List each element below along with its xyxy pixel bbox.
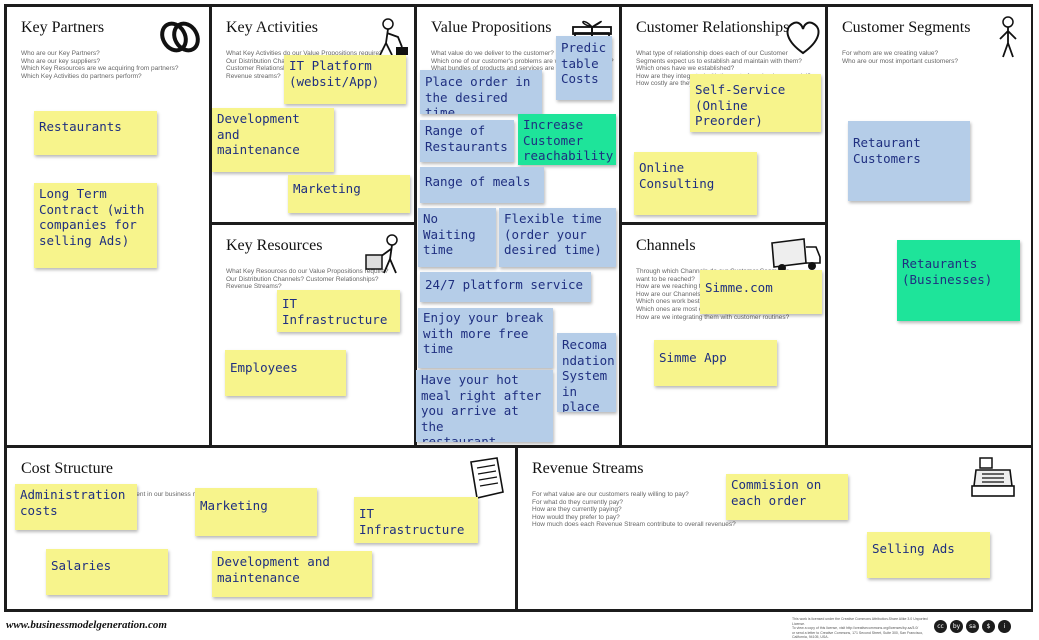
note-self-service: Self-Service (Online Preorder) <box>690 74 821 132</box>
worker-icon <box>379 18 408 56</box>
note-predictable-costs: Predic table Costs <box>556 36 612 100</box>
note-range-of-meals: Range of meals <box>420 167 544 203</box>
noncommercial-icon: $ <box>982 620 995 633</box>
channels-section: Channels Through which Channels do our C… <box>622 225 825 445</box>
cc-icon: cc <box>934 620 947 633</box>
channels-title: Channels <box>636 237 696 254</box>
receipt-icon <box>470 457 504 499</box>
note-development-activity: Development and maintenance <box>212 108 334 172</box>
heart-icon <box>786 21 820 55</box>
note-recommendation-system: Recoma ndation System in place <box>557 333 616 412</box>
cash-register-icon <box>971 457 1015 497</box>
creative-commons-badges: cc by sa $ i <box>934 620 1011 633</box>
note-restaurants-partner: Restaurants <box>34 111 157 155</box>
note-simme-com: Simme.com <box>700 270 822 314</box>
worker-with-box-icon <box>365 234 398 274</box>
key-activities-title: Key Activities <box>226 19 318 36</box>
note-hot-meal: Have your hot meal right after you arriv… <box>416 370 553 442</box>
note-development-cost: Development and maintenance <box>212 551 372 597</box>
note-restaurant-customers: Retaurant Customers <box>848 121 970 201</box>
chain-link-icon <box>160 21 200 53</box>
customer-relationships-title: Customer Relationships <box>636 19 790 36</box>
note-salaries-cost: Salaries <box>46 549 168 595</box>
cost-structure-title: Cost Structure <box>21 460 113 477</box>
note-marketing-activity: Marketing <box>288 175 410 213</box>
share-alike-icon: sa <box>966 620 979 633</box>
note-increase-reachability: Increase Customer reachability <box>518 114 616 165</box>
attribution-icon: by <box>950 620 963 633</box>
key-resources-title: Key Resources <box>226 237 323 254</box>
revenue-streams-section: Revenue Streams For what value are our c… <box>518 448 1031 609</box>
business-model-canvas: Key Partners Who are our Key Partners? W… <box>0 0 1039 640</box>
note-247-platform: 24/7 platform service <box>420 272 591 302</box>
license-text: This work is licensed under the Creative… <box>792 617 928 639</box>
revenue-streams-title: Revenue Streams <box>532 460 644 477</box>
note-it-platform-activity: IT Platform (websit/App) <box>284 55 406 104</box>
value-propositions-title: Value Propositions <box>431 19 552 36</box>
note-simme-app: Simme App <box>654 340 777 386</box>
note-marketing-cost: Marketing <box>195 488 317 536</box>
note-no-waiting-time: No Waiting time <box>418 208 496 267</box>
customer-segments-title: Customer Segments <box>842 19 971 36</box>
note-enjoy-your-break: Enjoy your break with more free time <box>418 308 553 368</box>
note-employees-resource: Employees <box>225 350 346 396</box>
note-long-term-contract: Long Term Contract (with companies for s… <box>34 183 157 268</box>
note-restaurants-businesses: Retaurants (Businesses) <box>897 240 1020 321</box>
note-selling-ads: Selling Ads <box>867 532 990 578</box>
footer-url: www.businessmodelgeneration.com <box>6 619 167 631</box>
note-administration-costs: Administration costs <box>15 484 137 530</box>
key-resources-section: Key Resources What Key Resources do our … <box>212 225 414 445</box>
info-icon: i <box>998 620 1011 633</box>
person-icon <box>999 16 1017 58</box>
note-it-infrastructure-cost: IT Infrastructure <box>354 497 478 543</box>
note-commision-on-order: Commision on each order <box>726 474 848 520</box>
note-online-consulting: Online Consulting <box>634 152 757 215</box>
key-partners-title: Key Partners <box>21 19 105 36</box>
note-flexible-time: Flexible time (order your desired time) <box>499 208 616 267</box>
note-it-infrastructure-resource: IT Infrastructure <box>277 290 400 332</box>
note-range-of-restaurants: Range of Restaurants <box>420 120 514 162</box>
customer-segments-section: Customer Segments For whom are we creati… <box>828 7 1031 445</box>
note-place-order: Place order in the desired time <box>420 70 542 114</box>
